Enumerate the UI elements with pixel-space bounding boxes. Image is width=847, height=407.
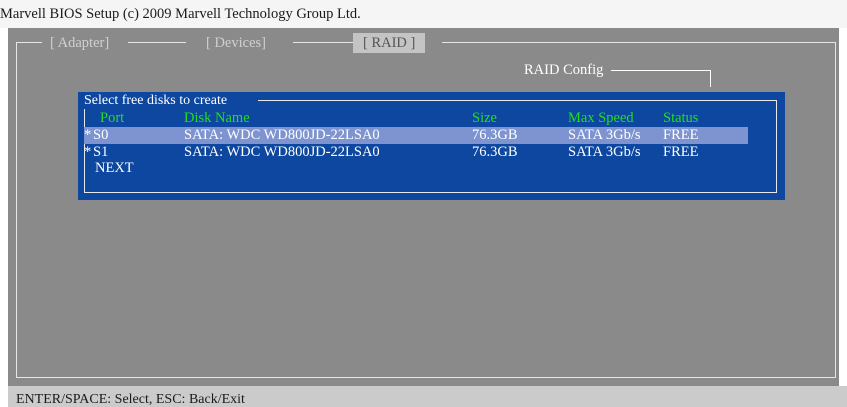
disk-status: FREE [663,127,699,143]
frame-top-border-seg2 [128,42,186,43]
disk-port: S1 [93,144,109,160]
raid-config-label[interactable]: RAID Config [514,62,612,79]
disk-max-speed: SATA 3Gb/s [568,127,641,143]
column-header-status: Status [663,110,699,126]
disk-row-s1[interactable]: * S1 SATA: WDC WD800JD-22LSA0 76.3GB SAT… [84,144,748,161]
column-header-port: Port [100,110,125,126]
frame-bottom-border [16,377,836,378]
frame-top-border-seg1 [16,42,42,43]
column-header-disk-name: Disk Name [184,110,250,126]
disk-selected-marker: * [84,127,92,143]
tab-devices[interactable]: [ Devices] [206,33,266,53]
disk-size: 76.3GB [472,127,518,143]
disk-row-s0[interactable]: * S0 SATA: WDC WD800JD-22LSA0 76.3GB SAT… [84,127,748,144]
column-header-size: Size [472,110,497,126]
disk-name: SATA: WDC WD800JD-22LSA0 [184,144,380,160]
bios-screen: [ Adapter] [ Devices] [ RAID ] RAID Conf… [8,28,839,386]
frame-top-border-seg3 [293,42,353,43]
disk-name: SATA: WDC WD800JD-22LSA0 [184,127,380,143]
frame-right-border [835,42,836,378]
tab-adapter[interactable]: [ Adapter] [50,33,109,53]
disk-port: S0 [93,127,109,143]
frame-top-border-seg4 [442,42,836,43]
raid-config-frame [606,70,711,87]
status-bar-help-text: ENTER/SPACE: Select, ESC: Back/Exit [16,392,245,407]
column-header-max-speed: Max Speed [568,110,634,126]
select-disks-dialog: Select free disks to create Port Disk Na… [78,92,785,200]
dialog-border-top [258,100,776,101]
window-title: Marvell BIOS Setup (c) 2009 Marvell Tech… [0,0,847,28]
disk-max-speed: SATA 3Gb/s [568,144,641,160]
disk-size: 76.3GB [472,144,518,160]
frame-left-border [16,42,17,378]
dialog-title: Select free disks to create [84,93,234,109]
disk-status: FREE [663,144,699,160]
tab-raid[interactable]: [ RAID ] [353,33,426,53]
disk-selected-marker: * [84,144,92,160]
next-button[interactable]: NEXT [95,160,134,176]
